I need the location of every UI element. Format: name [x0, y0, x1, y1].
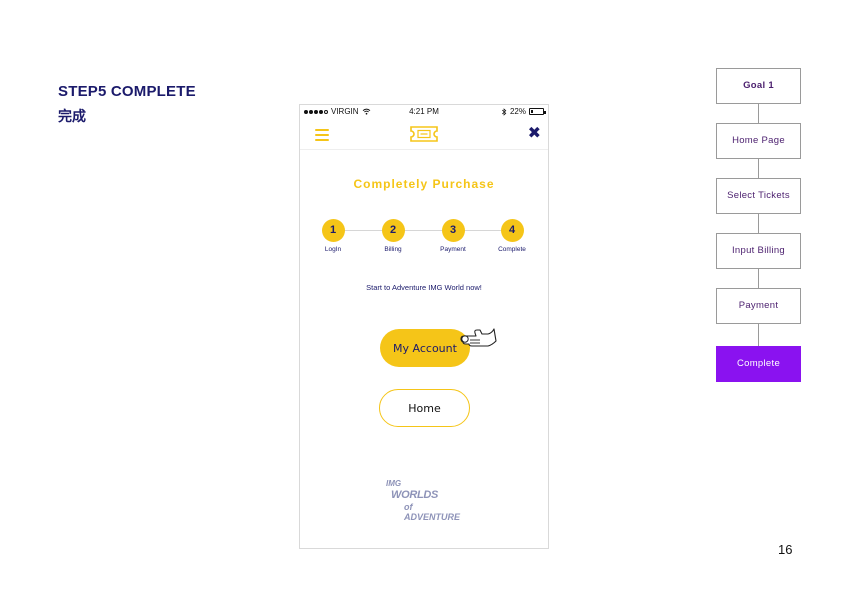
- home-button[interactable]: Home: [379, 389, 470, 427]
- flow-connector: [758, 159, 759, 178]
- flow-box-select-tickets: Select Tickets: [716, 178, 801, 214]
- purchase-heading: Completely Purchase: [353, 177, 495, 191]
- page-number: 16: [778, 542, 793, 557]
- brand-line-2: WORLDS: [391, 489, 439, 501]
- battery-icon: [529, 108, 546, 115]
- flow-box-goal: Goal 1: [716, 68, 801, 104]
- brand-line-1: IMG: [386, 479, 402, 488]
- step-label: Payment: [440, 246, 466, 253]
- flow-box-complete: Complete: [716, 346, 801, 382]
- close-icon[interactable]: ✖: [528, 125, 541, 143]
- phone-mockup: VIRGIN 4:21 PM 22% ✖ Completely Purchase: [299, 104, 549, 549]
- flow-box-input-billing: Input Billing: [716, 233, 801, 269]
- my-account-button[interactable]: My Account: [380, 329, 470, 367]
- flow-box-home-page: Home Page: [716, 123, 801, 159]
- hamburger-menu-icon[interactable]: [315, 129, 329, 141]
- brand-line-3: of ADVENTURE: [404, 502, 461, 522]
- step-number: 2: [381, 219, 405, 242]
- slide-subtitle: 完成: [58, 108, 86, 124]
- step-complete: 4 Complete: [492, 219, 532, 253]
- flow-connector: [758, 324, 759, 346]
- slide-title: STEP5 COMPLETE: [58, 83, 196, 100]
- nav-bar: ✖: [300, 121, 548, 150]
- flow-box-payment: Payment: [716, 288, 801, 324]
- step-billing: 2 Billing: [373, 219, 413, 253]
- status-bar: VIRGIN 4:21 PM 22%: [300, 105, 548, 119]
- progress-steps: 1 LogIn 2 Billing 3 Payment 4 Complete: [300, 219, 548, 259]
- status-right: 22%: [501, 107, 546, 116]
- step-number: 3: [441, 219, 465, 242]
- hand-pointer-icon: [460, 328, 497, 347]
- bluetooth-icon: [501, 107, 507, 116]
- steps-line: [334, 230, 510, 231]
- step-label: LogIn: [324, 246, 342, 253]
- flow-connector: [758, 214, 759, 233]
- flow-connector: [758, 104, 759, 123]
- step-label: Billing: [384, 246, 402, 253]
- step-number: 1: [321, 219, 345, 242]
- flow-connector: [758, 269, 759, 288]
- step-label: Complete: [498, 246, 526, 253]
- step-payment: 3 Payment: [433, 219, 473, 253]
- step-login: 1 LogIn: [313, 219, 353, 253]
- ticket-icon[interactable]: [409, 125, 439, 143]
- step-number: 4: [500, 219, 524, 242]
- tagline: Start to Adventure IMG World now!: [366, 283, 482, 292]
- battery-percent: 22%: [509, 107, 526, 116]
- img-worlds-logo: IMG WORLDS of ADVENTURE: [386, 477, 466, 522]
